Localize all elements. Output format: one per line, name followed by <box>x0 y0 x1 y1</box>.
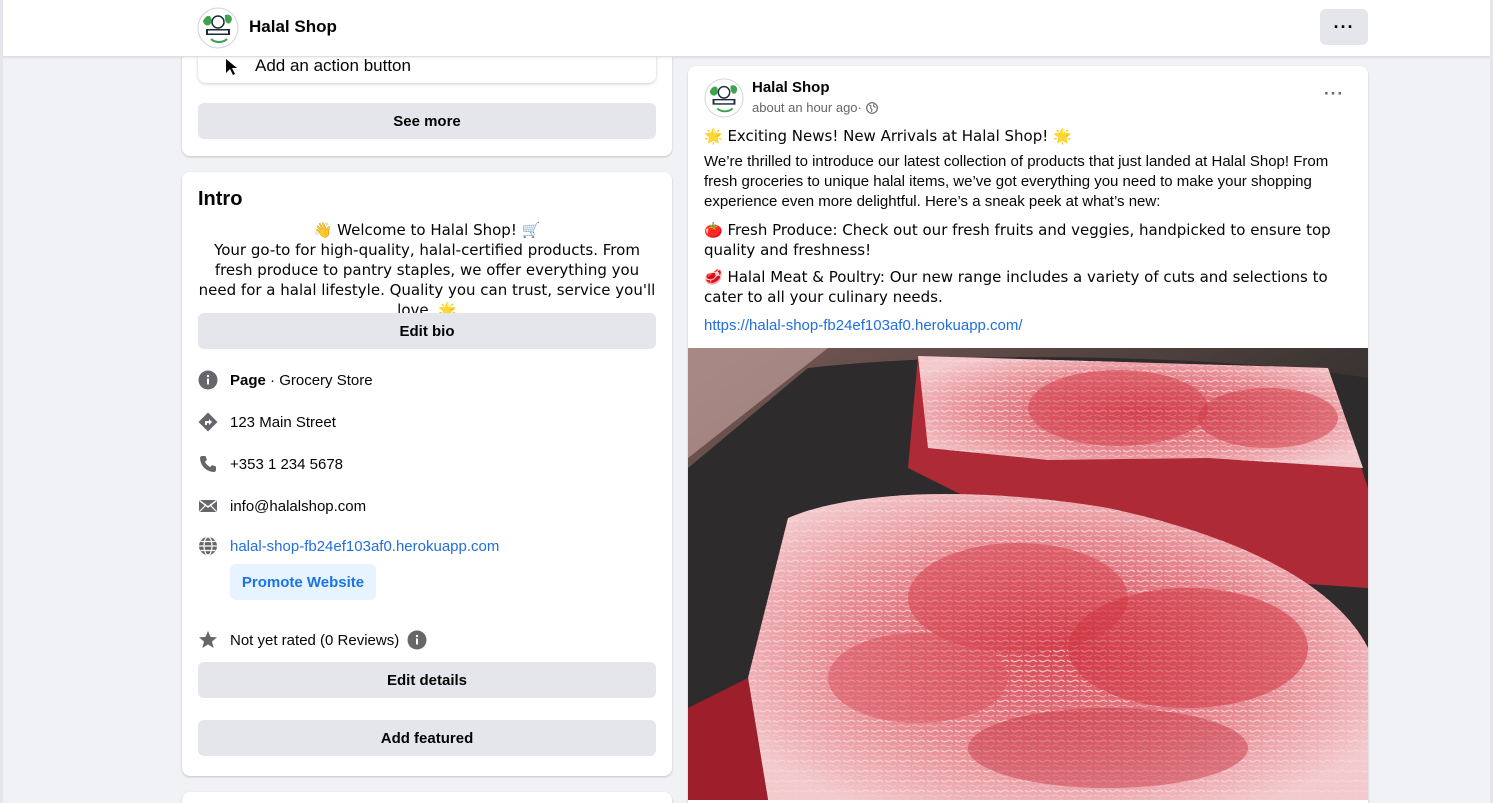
post-produce-line: 🍅 Fresh Produce: Check out our fresh fru… <box>704 221 1331 259</box>
email-row: info@halalshop.com <box>198 494 656 518</box>
add-action-label: Add an action button <box>255 56 411 75</box>
edit-details-button[interactable]: Edit details <box>198 662 656 698</box>
rating-info-icon[interactable] <box>407 630 427 650</box>
more-horizontal-icon: ··· <box>1333 16 1355 37</box>
website-link[interactable]: halal-shop-fb24ef103af0.herokuapp.com <box>230 538 499 555</box>
email-icon <box>199 499 217 512</box>
page-category-row: Page · Grocery Store <box>198 368 656 392</box>
post-options-button[interactable]: ··· <box>1318 84 1350 108</box>
intro-title: Intro <box>198 188 243 210</box>
phone-icon <box>200 456 216 472</box>
more-horizontal-icon: ··· <box>1324 84 1344 103</box>
page-title[interactable]: Halal Shop <box>249 17 337 37</box>
email-text: info@halalshop.com <box>230 497 367 515</box>
post-time[interactable]: about an hour ago <box>752 100 858 115</box>
page-category: · Grocery Store <box>265 371 373 389</box>
post-link[interactable]: https://halal-shop-fb24ef103af0.herokuap… <box>704 316 1356 336</box>
post-author[interactable]: Halal Shop <box>752 79 830 96</box>
phone-row: +353 1 234 5678 <box>198 452 656 476</box>
raw-steak-photo[interactable] <box>688 348 1368 800</box>
next-card <box>182 792 672 803</box>
window-left-edge <box>0 0 3 803</box>
globe-icon <box>199 536 217 556</box>
bio-greeting: 👋 Welcome to Halal Shop! 🛒 <box>313 221 541 239</box>
cursor-click-icon <box>226 59 237 75</box>
website-row: halal-shop-fb24ef103af0.herokuapp.com <box>198 534 656 558</box>
directions-icon <box>198 412 218 432</box>
info-icon <box>198 370 218 390</box>
bio-text: Your go-to for high-quality, halal-certi… <box>198 241 656 319</box>
post-card: Halal Shop about an hour ago · ··· 🌟 Exc… <box>688 66 1368 803</box>
phone-text: +353 1 234 5678 <box>230 455 344 473</box>
post-avatar-icon[interactable] <box>704 78 744 118</box>
post-paragraph: We’re thrilled to introduce our latest c… <box>704 153 1329 210</box>
star-icon <box>199 631 217 648</box>
more-options-button[interactable]: ··· <box>1320 9 1368 45</box>
post-headline: 🌟 Exciting News! New Arrivals at Halal S… <box>704 127 1072 145</box>
intro-bio: 👋 Welcome to Halal Shop! 🛒 Your go-to fo… <box>198 220 656 320</box>
page-type-label: Page <box>230 371 266 389</box>
rating-row: Not yet rated (0 Reviews) <box>198 628 656 652</box>
page-top-bar: Halal Shop ··· <box>0 0 1493 57</box>
edit-bio-button[interactable]: Edit bio <box>198 313 656 349</box>
add-featured-button[interactable]: Add featured <box>198 720 656 756</box>
halal-shop-logo-icon[interactable] <box>197 7 239 49</box>
rating-text: Not yet rated (0 Reviews) <box>230 631 400 649</box>
see-more-button[interactable]: See more <box>198 103 656 139</box>
promote-website-button[interactable]: Promote Website <box>230 564 376 600</box>
post-meta: about an hour ago · <box>752 100 878 115</box>
public-globe-icon <box>865 101 878 114</box>
intro-card: Intro 👋 Welcome to Halal Shop! 🛒 Your go… <box>182 172 672 776</box>
post-meat-line: 🥩 Halal Meat & Poultry: Our new range in… <box>704 268 1328 306</box>
meta-separator: · <box>857 100 862 115</box>
address-row: 123 Main Street <box>198 410 656 434</box>
address-text: 123 Main Street <box>230 413 336 431</box>
